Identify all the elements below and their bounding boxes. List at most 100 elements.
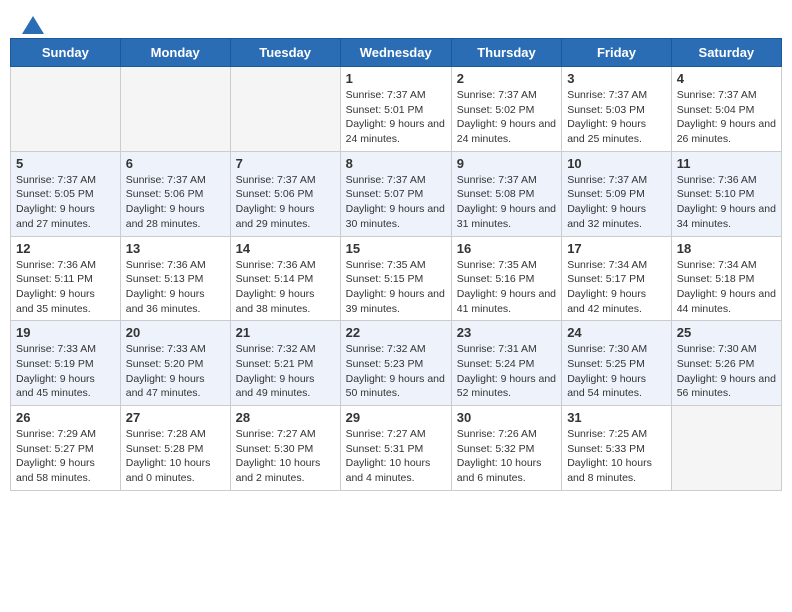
- day-number: 22: [346, 325, 446, 340]
- calendar-cell: 27 Sunrise: 7:28 AM Sunset: 5:28 PM Dayli…: [120, 406, 230, 491]
- day-number: 7: [236, 156, 335, 171]
- calendar-cell: 25Sunrise: 7:30 AM Sunset: 5:26 PM Dayli…: [671, 321, 781, 406]
- calendar-cell: 1Sunrise: 7:37 AM Sunset: 5:01 PM Daylig…: [340, 67, 451, 152]
- calendar-header-wednesday: Wednesday: [340, 39, 451, 67]
- calendar-week-row: 12 Sunrise: 7:36 AM Sunset: 5:11 PM Dayli…: [11, 236, 782, 321]
- day-number: 16: [457, 241, 556, 256]
- day-info: Sunrise: 7:37 AM Sunset: 5:06 PM Dayligh…: [236, 173, 335, 232]
- calendar-cell: 28 Sunrise: 7:27 AM Sunset: 5:30 PM Dayli…: [230, 406, 340, 491]
- calendar-cell: 5Sunrise: 7:37 AM Sunset: 5:05 PM Daylig…: [11, 151, 121, 236]
- day-number: 26: [16, 410, 115, 425]
- day-info: Sunrise: 7:26 AM Sunset: 5:32 PM Dayligh…: [457, 427, 556, 486]
- day-info: Sunrise: 7:32 AM Sunset: 5:21 PM Dayligh…: [236, 342, 335, 401]
- calendar-cell: 15 Sunrise: 7:35 AM Sunset: 5:15 PM Dayli…: [340, 236, 451, 321]
- calendar-cell: 24 Sunrise: 7:30 AM Sunset: 5:25 PM Dayli…: [562, 321, 672, 406]
- day-number: 13: [126, 241, 225, 256]
- day-info: Sunrise: 7:37 AM Sunset: 5:07 PM Dayligh…: [346, 173, 446, 232]
- day-number: 10: [567, 156, 666, 171]
- calendar-cell: 21 Sunrise: 7:32 AM Sunset: 5:21 PM Dayli…: [230, 321, 340, 406]
- day-info: Sunrise: 7:36 AM Sunset: 5:14 PM Dayligh…: [236, 258, 335, 317]
- day-info: Sunrise: 7:25 AM Sunset: 5:33 PM Dayligh…: [567, 427, 666, 486]
- calendar-cell: 22 Sunrise: 7:32 AM Sunset: 5:23 PM Dayli…: [340, 321, 451, 406]
- day-number: 27: [126, 410, 225, 425]
- day-number: 19: [16, 325, 115, 340]
- day-info: Sunrise: 7:37 AM Sunset: 5:05 PM Dayligh…: [16, 173, 115, 232]
- day-info: Sunrise: 7:34 AM Sunset: 5:17 PM Dayligh…: [567, 258, 666, 317]
- page-header: [0, 0, 792, 38]
- day-info: Sunrise: 7:31 AM Sunset: 5:24 PM Dayligh…: [457, 342, 556, 401]
- calendar-table: SundayMondayTuesdayWednesdayThursdayFrid…: [10, 38, 782, 491]
- day-number: 8: [346, 156, 446, 171]
- calendar-cell: 31 Sunrise: 7:25 AM Sunset: 5:33 PM Dayli…: [562, 406, 672, 491]
- day-info: Sunrise: 7:36 AM Sunset: 5:13 PM Dayligh…: [126, 258, 225, 317]
- day-info: Sunrise: 7:37 AM Sunset: 5:03 PM Dayligh…: [567, 88, 666, 147]
- day-info: Sunrise: 7:30 AM Sunset: 5:25 PM Dayligh…: [567, 342, 666, 401]
- calendar-week-row: 19 Sunrise: 7:33 AM Sunset: 5:19 PM Dayli…: [11, 321, 782, 406]
- calendar-cell: 20Sunrise: 7:33 AM Sunset: 5:20 PM Dayli…: [120, 321, 230, 406]
- day-number: 6: [126, 156, 225, 171]
- calendar-header-saturday: Saturday: [671, 39, 781, 67]
- day-info: Sunrise: 7:32 AM Sunset: 5:23 PM Dayligh…: [346, 342, 446, 401]
- day-info: Sunrise: 7:37 AM Sunset: 5:06 PM Dayligh…: [126, 173, 225, 232]
- day-number: 4: [677, 71, 776, 86]
- day-info: Sunrise: 7:27 AM Sunset: 5:30 PM Dayligh…: [236, 427, 335, 486]
- day-info: Sunrise: 7:28 AM Sunset: 5:28 PM Dayligh…: [126, 427, 225, 486]
- day-info: Sunrise: 7:37 AM Sunset: 5:04 PM Dayligh…: [677, 88, 776, 147]
- day-info: Sunrise: 7:36 AM Sunset: 5:10 PM Dayligh…: [677, 173, 776, 232]
- calendar-header-monday: Monday: [120, 39, 230, 67]
- day-number: 17: [567, 241, 666, 256]
- calendar-cell: [120, 67, 230, 152]
- day-number: 2: [457, 71, 556, 86]
- day-number: 11: [677, 156, 776, 171]
- day-info: Sunrise: 7:37 AM Sunset: 5:08 PM Dayligh…: [457, 173, 556, 232]
- calendar-cell: 26 Sunrise: 7:29 AM Sunset: 5:27 PM Dayli…: [11, 406, 121, 491]
- calendar-cell: 2 Sunrise: 7:37 AM Sunset: 5:02 PM Daylig…: [451, 67, 561, 152]
- day-number: 20: [126, 325, 225, 340]
- calendar-cell: 9Sunrise: 7:37 AM Sunset: 5:08 PM Daylig…: [451, 151, 561, 236]
- calendar-cell: 13 Sunrise: 7:36 AM Sunset: 5:13 PM Dayli…: [120, 236, 230, 321]
- calendar-header-tuesday: Tuesday: [230, 39, 340, 67]
- calendar-cell: 19 Sunrise: 7:33 AM Sunset: 5:19 PM Dayli…: [11, 321, 121, 406]
- calendar-cell: [11, 67, 121, 152]
- day-info: Sunrise: 7:33 AM Sunset: 5:19 PM Dayligh…: [16, 342, 115, 401]
- day-info: Sunrise: 7:36 AM Sunset: 5:11 PM Dayligh…: [16, 258, 115, 317]
- day-info: Sunrise: 7:34 AM Sunset: 5:18 PM Dayligh…: [677, 258, 776, 317]
- calendar-cell: 6 Sunrise: 7:37 AM Sunset: 5:06 PM Daylig…: [120, 151, 230, 236]
- calendar-cell: 4 Sunrise: 7:37 AM Sunset: 5:04 PM Daylig…: [671, 67, 781, 152]
- calendar-header-friday: Friday: [562, 39, 672, 67]
- calendar-cell: 30Sunrise: 7:26 AM Sunset: 5:32 PM Dayli…: [451, 406, 561, 491]
- day-number: 15: [346, 241, 446, 256]
- calendar-cell: 10Sunrise: 7:37 AM Sunset: 5:09 PM Dayli…: [562, 151, 672, 236]
- day-number: 3: [567, 71, 666, 86]
- day-number: 29: [346, 410, 446, 425]
- day-number: 1: [346, 71, 446, 86]
- calendar-cell: 3 Sunrise: 7:37 AM Sunset: 5:03 PM Daylig…: [562, 67, 672, 152]
- calendar-cell: 7 Sunrise: 7:37 AM Sunset: 5:06 PM Daylig…: [230, 151, 340, 236]
- calendar-cell: 12 Sunrise: 7:36 AM Sunset: 5:11 PM Dayli…: [11, 236, 121, 321]
- calendar-cell: 23 Sunrise: 7:31 AM Sunset: 5:24 PM Dayli…: [451, 321, 561, 406]
- day-info: Sunrise: 7:30 AM Sunset: 5:26 PM Dayligh…: [677, 342, 776, 401]
- day-info: Sunrise: 7:37 AM Sunset: 5:02 PM Dayligh…: [457, 88, 556, 147]
- day-number: 23: [457, 325, 556, 340]
- day-number: 14: [236, 241, 335, 256]
- calendar-week-row: 1Sunrise: 7:37 AM Sunset: 5:01 PM Daylig…: [11, 67, 782, 152]
- day-number: 28: [236, 410, 335, 425]
- day-info: Sunrise: 7:27 AM Sunset: 5:31 PM Dayligh…: [346, 427, 446, 486]
- calendar-cell: [230, 67, 340, 152]
- day-info: Sunrise: 7:35 AM Sunset: 5:16 PM Dayligh…: [457, 258, 556, 317]
- day-number: 24: [567, 325, 666, 340]
- day-info: Sunrise: 7:35 AM Sunset: 5:15 PM Dayligh…: [346, 258, 446, 317]
- calendar-cell: [671, 406, 781, 491]
- calendar-cell: 17 Sunrise: 7:34 AM Sunset: 5:17 PM Dayli…: [562, 236, 672, 321]
- calendar-header-thursday: Thursday: [451, 39, 561, 67]
- logo: [20, 16, 44, 30]
- calendar-week-row: 26 Sunrise: 7:29 AM Sunset: 5:27 PM Dayli…: [11, 406, 782, 491]
- day-number: 18: [677, 241, 776, 256]
- day-number: 21: [236, 325, 335, 340]
- day-info: Sunrise: 7:29 AM Sunset: 5:27 PM Dayligh…: [16, 427, 115, 486]
- day-number: 31: [567, 410, 666, 425]
- day-number: 12: [16, 241, 115, 256]
- calendar-header-sunday: Sunday: [11, 39, 121, 67]
- calendar-cell: 11 Sunrise: 7:36 AM Sunset: 5:10 PM Dayli…: [671, 151, 781, 236]
- logo-icon: [22, 16, 44, 34]
